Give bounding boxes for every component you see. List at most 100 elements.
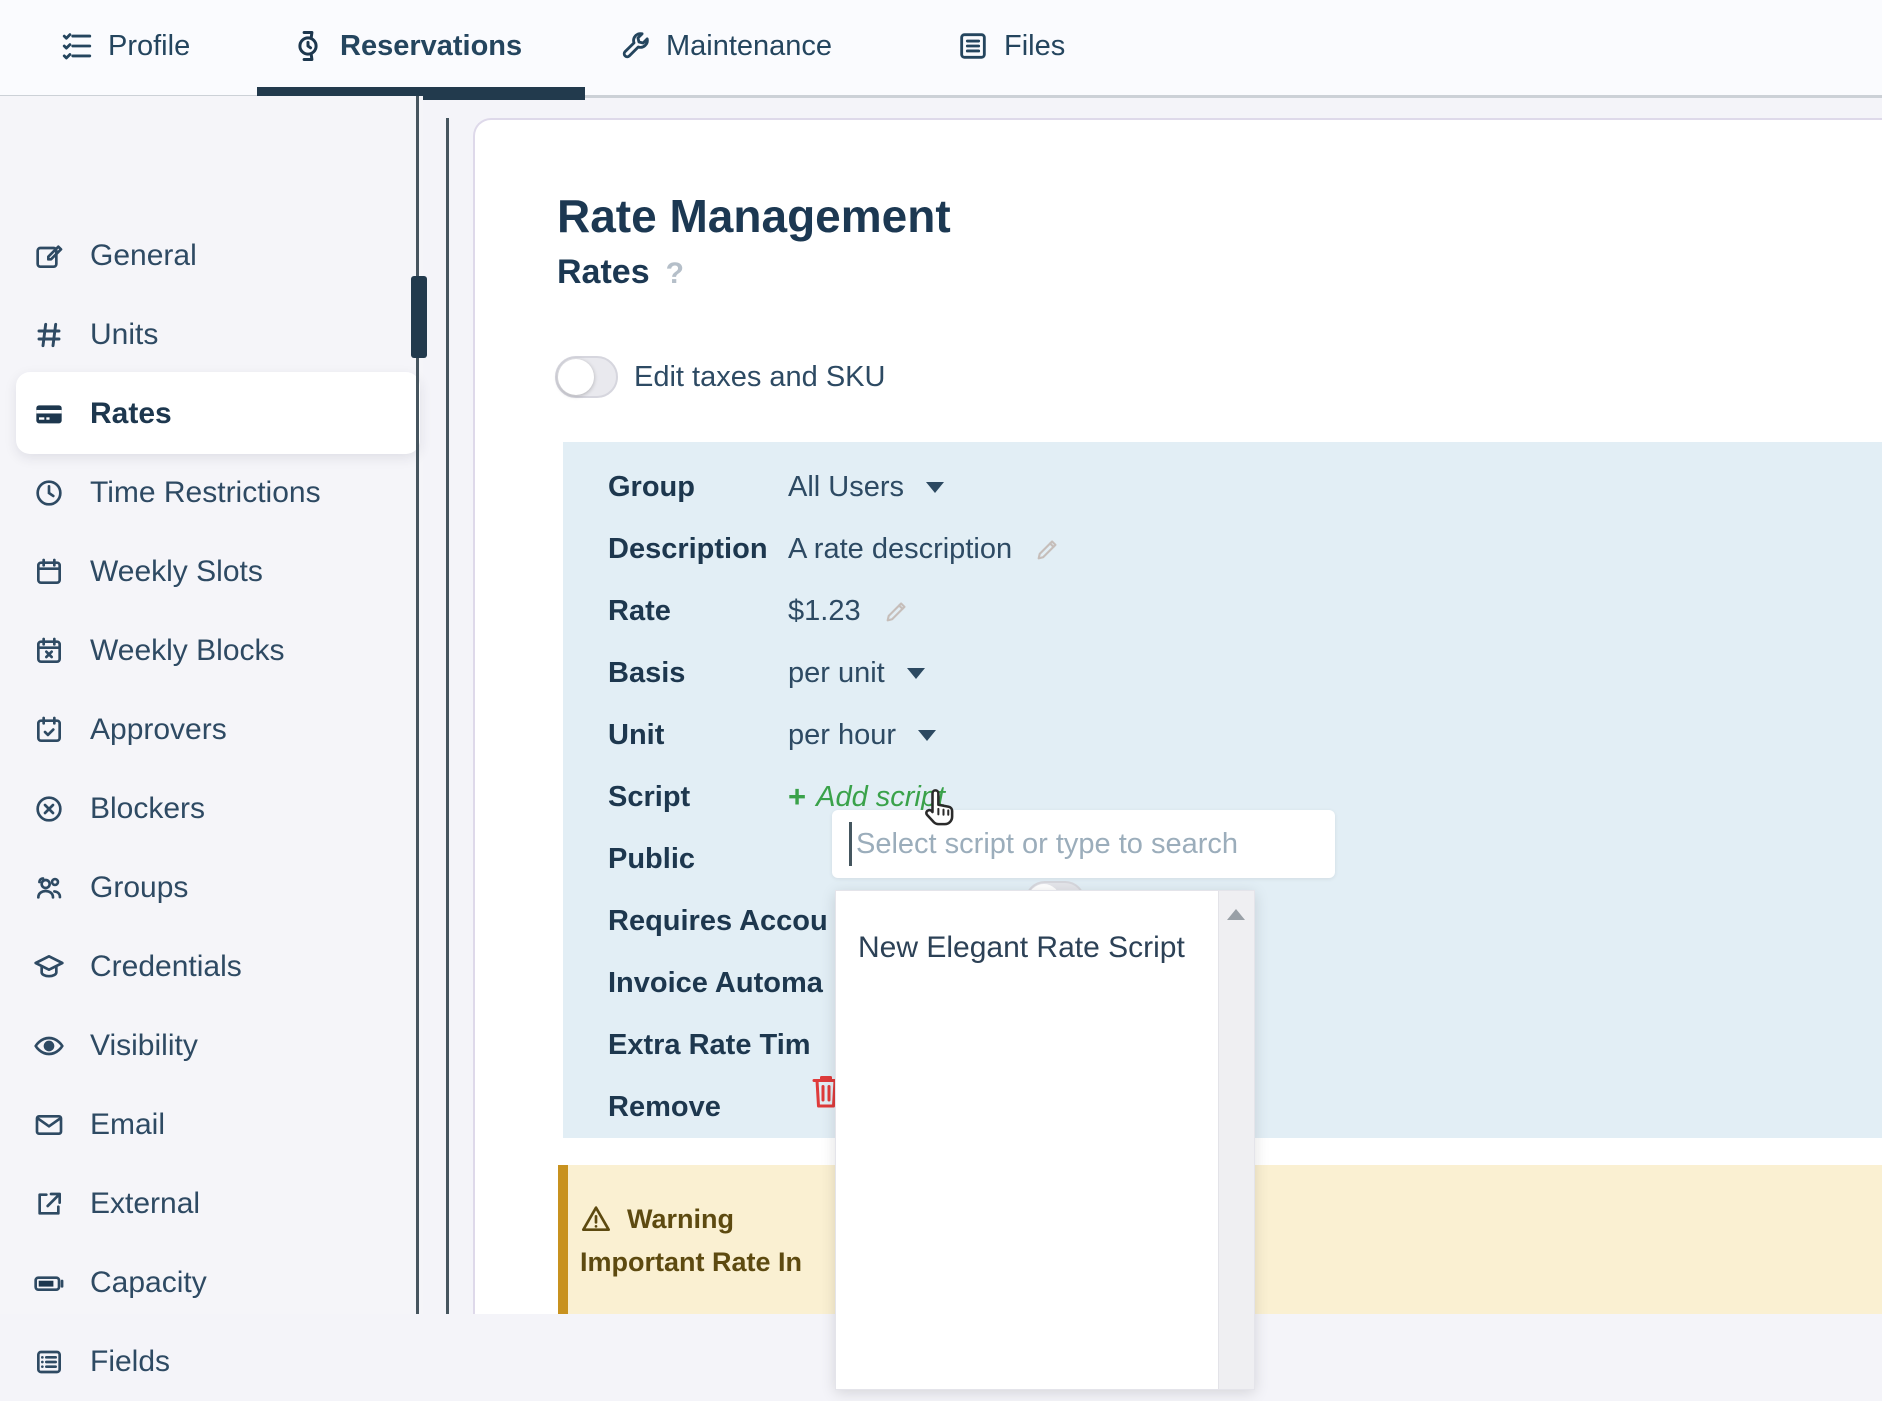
sidebar-item-label: Approvers bbox=[90, 713, 227, 747]
tab-label: Reservations bbox=[340, 30, 522, 63]
sidebar-item-label: General bbox=[90, 239, 197, 273]
sidebar-item-label: Weekly Blocks bbox=[90, 634, 285, 668]
wrench-icon bbox=[618, 29, 652, 63]
sidebar-item-credentials[interactable]: Credentials bbox=[0, 927, 423, 1006]
group-select[interactable]: All Users bbox=[788, 471, 944, 504]
sidebar-item-label: Rates bbox=[90, 397, 172, 431]
edit-square-icon bbox=[33, 240, 65, 272]
field-label: Requires Accou bbox=[608, 905, 788, 938]
credit-card-icon bbox=[33, 398, 65, 430]
chevron-down-icon[interactable] bbox=[926, 482, 944, 493]
field-label: Group bbox=[608, 471, 788, 504]
help-icon[interactable]: ? bbox=[666, 257, 684, 291]
sidebar-item-label: Email bbox=[90, 1108, 165, 1142]
warning-title: Warning bbox=[627, 1204, 734, 1235]
script-search-input[interactable]: Select script or type to search bbox=[832, 810, 1335, 878]
battery-icon bbox=[33, 1267, 65, 1299]
warning-triangle-icon bbox=[580, 1203, 612, 1235]
form-row-unit: Unit per hour bbox=[563, 704, 1882, 766]
description-value: A rate description bbox=[788, 533, 1012, 566]
chevron-down-icon[interactable] bbox=[907, 668, 925, 679]
form-row-description: Description A rate description bbox=[563, 518, 1882, 580]
sidebar-item-units[interactable]: Units bbox=[0, 295, 423, 374]
tab-label: Files bbox=[1004, 30, 1065, 63]
script-options-dropdown: New Elegant Rate Script bbox=[835, 890, 1255, 1390]
sidebar-item-general[interactable]: General bbox=[0, 216, 423, 295]
chevron-down-icon[interactable] bbox=[918, 730, 936, 741]
dropdown-scrollbar[interactable] bbox=[1218, 891, 1254, 1389]
calendar-x-icon bbox=[33, 635, 65, 667]
settings-sidebar: General Units Rates Time Restrictions We… bbox=[0, 96, 423, 1314]
tab-files[interactable]: Files bbox=[956, 0, 1065, 92]
sidebar-item-label: Capacity bbox=[90, 1266, 207, 1300]
form-row-basis: Basis per unit bbox=[563, 642, 1882, 704]
field-label: Description bbox=[608, 533, 788, 566]
checklist-icon bbox=[60, 29, 94, 63]
unit-select[interactable]: per hour bbox=[788, 719, 936, 752]
eye-icon bbox=[33, 1030, 65, 1062]
tab-label: Maintenance bbox=[666, 30, 832, 63]
section-title: Rates bbox=[557, 253, 650, 292]
field-label: Public bbox=[608, 843, 788, 876]
tab-profile[interactable]: Profile bbox=[60, 0, 190, 92]
script-search-placeholder: Select script or type to search bbox=[856, 810, 1238, 878]
sidebar-item-fields[interactable]: Fields bbox=[0, 1322, 423, 1401]
sidebar-item-time-restrictions[interactable]: Time Restrictions bbox=[0, 453, 423, 532]
sidebar-item-weekly-blocks[interactable]: Weekly Blocks bbox=[0, 611, 423, 690]
plus-icon: + bbox=[788, 779, 806, 815]
sidebar-item-label: Credentials bbox=[90, 950, 242, 984]
tab-label: Profile bbox=[108, 30, 190, 63]
sidebar-item-label: Time Restrictions bbox=[90, 476, 321, 510]
group-value: All Users bbox=[788, 471, 904, 504]
sidebar-item-label: Blockers bbox=[90, 792, 205, 826]
field-label: Unit bbox=[608, 719, 788, 752]
clock-icon bbox=[33, 477, 65, 509]
active-item-indicator bbox=[411, 276, 427, 358]
list-box-icon bbox=[33, 1346, 65, 1378]
sidebar-item-visibility[interactable]: Visibility bbox=[0, 1006, 423, 1085]
graduation-cap-icon bbox=[33, 951, 65, 983]
page-title: Rate Management bbox=[557, 189, 951, 243]
sidebar-item-label: Groups bbox=[90, 871, 188, 905]
sidebar-item-label: Fields bbox=[90, 1345, 170, 1379]
sidebar-item-approvers[interactable]: Approvers bbox=[0, 690, 423, 769]
edit-taxes-toggle-row: Edit taxes and SKU bbox=[555, 356, 885, 398]
form-row-group: Group All Users bbox=[563, 456, 1882, 518]
sidebar-item-email[interactable]: Email bbox=[0, 1085, 423, 1164]
edit-pencil-icon[interactable] bbox=[1034, 535, 1062, 563]
circle-x-icon bbox=[33, 793, 65, 825]
people-icon bbox=[33, 872, 65, 904]
field-label: Invoice Automa bbox=[608, 967, 788, 1000]
scroll-up-arrow-icon[interactable] bbox=[1227, 909, 1245, 920]
sidebar-item-weekly-slots[interactable]: Weekly Slots bbox=[0, 532, 423, 611]
tab-reservations[interactable]: Reservations bbox=[290, 0, 522, 92]
sidebar-item-groups[interactable]: Groups bbox=[0, 848, 423, 927]
hash-icon bbox=[33, 319, 65, 351]
edit-pencil-icon[interactable] bbox=[883, 597, 911, 625]
top-tab-bar: Profile Reservations Maintenance Files bbox=[0, 0, 1882, 96]
sidebar-item-blockers[interactable]: Blockers bbox=[0, 769, 423, 848]
edit-taxes-toggle[interactable] bbox=[555, 356, 618, 398]
basis-select[interactable]: per unit bbox=[788, 657, 925, 690]
field-label: Extra Rate Tim bbox=[608, 1029, 788, 1062]
field-label: Basis bbox=[608, 657, 788, 690]
rates-section-header: Rates ? bbox=[557, 253, 684, 292]
unit-value: per hour bbox=[788, 719, 896, 752]
tab-maintenance[interactable]: Maintenance bbox=[618, 0, 832, 92]
rate-value: $1.23 bbox=[788, 595, 861, 628]
field-label: Script bbox=[608, 781, 788, 814]
sidebar-item-external[interactable]: External bbox=[0, 1164, 423, 1243]
form-row-rate: Rate $1.23 bbox=[563, 580, 1882, 642]
basis-value: per unit bbox=[788, 657, 885, 690]
field-label: Remove bbox=[608, 1091, 788, 1124]
envelope-icon bbox=[33, 1109, 65, 1141]
toggle-knob bbox=[558, 359, 594, 395]
sidebar-item-label: External bbox=[90, 1187, 200, 1221]
external-link-icon bbox=[33, 1188, 65, 1220]
sidebar-item-rates[interactable]: Rates bbox=[0, 374, 423, 453]
sidebar-item-label: Units bbox=[90, 318, 158, 352]
script-option[interactable]: New Elegant Rate Script bbox=[858, 931, 1185, 965]
field-label: Rate bbox=[608, 595, 788, 628]
sidebar-item-capacity[interactable]: Capacity bbox=[0, 1243, 423, 1322]
content-scrollbar[interactable] bbox=[446, 118, 449, 1314]
